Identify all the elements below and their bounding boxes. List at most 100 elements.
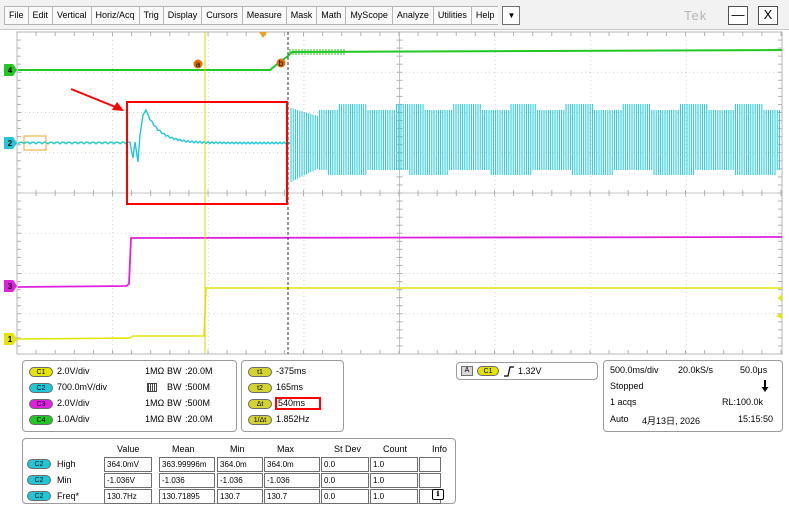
channel-marker-label: 2: [8, 139, 13, 148]
measurement-cell: -1.036: [217, 473, 263, 488]
channel-scale: 700.0mV/div: [57, 382, 108, 392]
measurement-name: Freq*: [57, 491, 80, 501]
measurement-channel-pill[interactable]: C2: [27, 475, 51, 485]
acquisition-state: Stopped: [610, 381, 644, 391]
cursor-row[interactable]: t2 165ms: [242, 382, 343, 394]
resolution: 50.0μs: [740, 365, 768, 375]
cursor-value: -375ms: [276, 366, 307, 376]
channel-bandwidth: :20.0M: [185, 366, 213, 376]
cursor-pill[interactable]: t2: [248, 383, 272, 393]
cursor-label-a: a: [196, 60, 201, 69]
impedance-icon: [147, 383, 157, 392]
measurement-cell: 0.0: [321, 473, 369, 488]
trigger-mode: Auto: [610, 414, 629, 424]
menu-trig[interactable]: Trig: [138, 6, 163, 25]
cursor-row[interactable]: Δt 540ms: [242, 397, 343, 410]
channel-scale: 2.0V/div: [57, 398, 90, 408]
cursor-label-b: b: [279, 59, 284, 68]
measurement-cell: 130.7: [264, 489, 320, 504]
measurement-cell: 0.0: [321, 489, 369, 504]
waveform-display[interactable]: a b 4 2 3 1: [0, 30, 789, 356]
channel-row-c2[interactable]: C2 700.0mV/div BW:500M: [23, 382, 236, 394]
menu: File Edit Vertical Horiz/Acq Trig Displa…: [4, 6, 521, 25]
trigger-channel-pill: C1: [477, 366, 499, 376]
channel-marker-label: 4: [8, 66, 13, 75]
measurement-cell: 130.7Hz: [104, 489, 152, 504]
measurement-header-value: Value: [117, 444, 140, 454]
channel-row-c3[interactable]: C3 2.0V/div 1MΩ BW:500M: [23, 398, 236, 410]
bandwidth-label: BW: [167, 398, 182, 408]
acquisition-time: 15:15:50: [738, 414, 774, 424]
channel-row-c1[interactable]: C1 2.0V/div 1MΩ BW:20.0M: [23, 366, 236, 378]
channel-pill-c2[interactable]: C2: [29, 383, 53, 393]
measurement-header-max: Max: [277, 444, 295, 454]
graticule: a b 4 2 3 1: [4, 31, 783, 355]
menu-vertical[interactable]: Vertical: [52, 6, 91, 25]
channel-row-c4[interactable]: C4 1.0A/div 1MΩ BW:20.0M: [23, 414, 236, 426]
menu-cursors[interactable]: Cursors: [201, 6, 242, 25]
channel-settings-panel: C1 2.0V/div 1MΩ BW:20.0M C2 700.0mV/div BW:500…: [22, 360, 237, 432]
brand-logo: Tek: [684, 8, 708, 23]
trigger-source-tag: A: [461, 366, 473, 376]
measurement-name: High: [57, 459, 76, 469]
measurement-channel-pill[interactable]: C2: [27, 491, 51, 501]
menu-myscope[interactable]: MyScope: [345, 6, 392, 25]
menu-bar: File Edit Vertical Horiz/Acq Trig Displa…: [0, 0, 789, 30]
trigger-panel[interactable]: A C1 1.32V: [456, 362, 598, 380]
menu-file[interactable]: File: [4, 6, 28, 25]
cursor-row[interactable]: t1 -375ms: [242, 366, 343, 378]
cursor-pill[interactable]: Δt: [248, 399, 272, 409]
minimize-button[interactable]: —: [728, 6, 748, 25]
measurement-cell: 1.0: [370, 473, 418, 488]
measurement-cell: 1.0: [370, 489, 418, 504]
measurement-cell: -1.036V: [104, 473, 152, 488]
bandwidth-label: BW: [167, 366, 182, 376]
cursor-pill[interactable]: t1: [248, 367, 272, 377]
bandwidth-label: BW: [167, 382, 182, 392]
measurement-header-info: Info: [432, 444, 448, 454]
measurement-cell: 363.99996m: [159, 457, 215, 472]
channel-impedance: 1MΩ: [145, 366, 165, 376]
stopped-arrow-icon: [761, 380, 769, 392]
measurement-cell: 364.0mV: [104, 457, 152, 472]
measurement-cell: 364.0m: [217, 457, 263, 472]
sample-rate: 20.0kS/s: [678, 365, 714, 375]
close-button[interactable]: X: [758, 6, 778, 25]
cursor-readout-panel: t1 -375ms t2 165ms Δt 540ms 1/Δt 1.852Hz: [241, 360, 344, 432]
measurement-cell: 1.0: [370, 457, 418, 472]
bw-prefix: BW: [167, 398, 182, 408]
measurement-cell: -1.036: [159, 473, 215, 488]
menu-measure[interactable]: Measure: [241, 6, 286, 25]
time-per-div: 500.0ms/div: [610, 365, 659, 375]
cursor-value: 1.852Hz: [276, 414, 310, 424]
record-length: RL:100.0k: [722, 397, 764, 407]
channel-impedance: 1MΩ: [145, 414, 165, 424]
info-icon[interactable]: ℹ: [432, 489, 444, 500]
measurement-header: Value Mean Min Max St Dev Count Info: [107, 444, 447, 456]
measurement-cell: 364.0m: [264, 457, 320, 472]
chevron-down-icon[interactable]: ▼: [502, 6, 521, 25]
channel-pill-c4[interactable]: C4: [29, 415, 53, 425]
cursor-row[interactable]: 1/Δt 1.852Hz: [242, 414, 343, 426]
cursor-pill[interactable]: 1/Δt: [248, 415, 272, 425]
measurement-channel-pill[interactable]: C2: [27, 459, 51, 469]
measurement-cell: 130.71895: [159, 489, 215, 504]
menu-edit[interactable]: Edit: [27, 6, 53, 25]
menu-horiz-acq[interactable]: Horiz/Acq: [90, 6, 139, 25]
menu-analyze[interactable]: Analyze: [391, 6, 433, 25]
menu-math[interactable]: Math: [316, 6, 346, 25]
acquisition-date: 4月13日, 2026: [642, 416, 701, 426]
menu-display[interactable]: Display: [162, 6, 202, 25]
measurement-header-min: Min: [230, 444, 245, 454]
channel-scale: 2.0V/div: [57, 366, 90, 376]
menu-utilities[interactable]: Utilities: [432, 6, 471, 25]
measurement-header-mean: Mean: [172, 444, 195, 454]
menu-help[interactable]: Help: [470, 6, 499, 25]
trigger-level: 1.32V: [518, 366, 542, 376]
channel-pill-c1[interactable]: C1: [29, 367, 53, 377]
rising-edge-icon: [504, 366, 514, 377]
menu-mask[interactable]: Mask: [285, 6, 317, 25]
acquisition-panel: 500.0ms/div 20.0kS/s 50.0μs Stopped 1 ac…: [603, 360, 783, 432]
channel-pill-c3[interactable]: C3: [29, 399, 53, 409]
channel-bandwidth: :20.0M: [185, 414, 213, 424]
